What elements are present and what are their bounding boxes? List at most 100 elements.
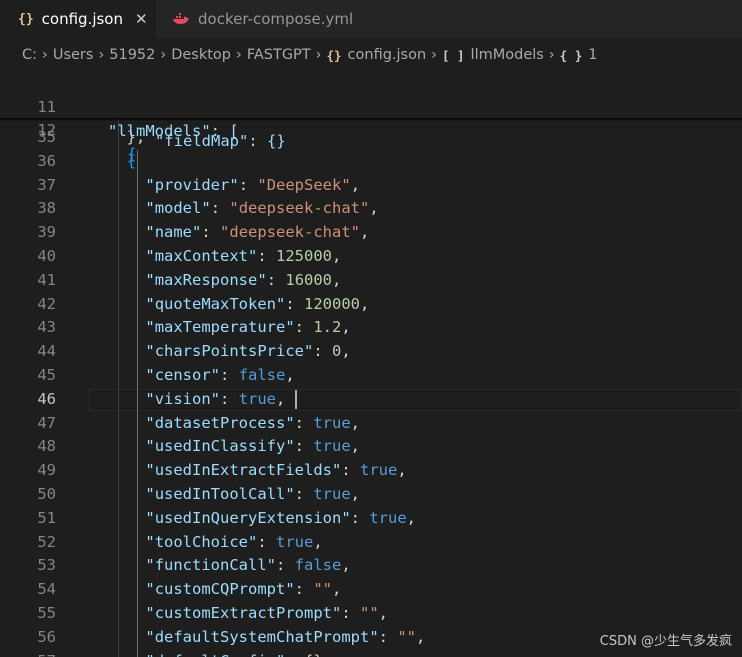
breadcrumb: C: › Users › 51952 › Desktop › FASTGPT ›… (0, 38, 742, 72)
token-punc: , (332, 580, 342, 599)
token-punc: : (285, 294, 305, 313)
sticky-scroll[interactable]: 11 "llmModels": [ 12 { (0, 72, 742, 163)
token-punc: , (332, 247, 342, 265)
line-number: 42 (37, 294, 56, 313)
token-key: "functionCall" (145, 556, 277, 575)
line-number: 47 (37, 413, 56, 432)
token-key: "maxTemperature" (145, 318, 295, 337)
token-punc: , (360, 294, 370, 313)
tab-docker-compose[interactable]: docker-compose.yml (156, 0, 366, 38)
code-line[interactable]: 45 "censor": false, (0, 364, 742, 388)
code-text: "defaultConfig": {} (145, 650, 322, 657)
json-file-icon: {} (18, 11, 34, 27)
token-punc: : (350, 508, 370, 527)
token-key: "vision" (145, 389, 221, 408)
token-key: "defaultSystemChatPrompt" (145, 627, 379, 646)
sticky-line[interactable]: 11 "llmModels": [ (0, 72, 742, 140)
code-line[interactable]: 54 "customCQPrompt": "", (0, 578, 742, 602)
code-line[interactable]: 47 "datasetProcess": true, (0, 412, 742, 436)
token-key: "usedInToolCall" (145, 485, 295, 503)
code-text: "defaultSystemChatPrompt": "", (145, 626, 425, 650)
token-key: "usedInClassify" (145, 437, 295, 456)
code-line[interactable]: 38 "model": "deepseek-chat", (0, 197, 742, 221)
token-punc: , (369, 199, 379, 218)
token-num: 125000 (276, 247, 333, 265)
indent-guide (137, 149, 138, 657)
sticky-line[interactable]: 12 { (0, 95, 742, 163)
line-number: 49 (37, 461, 56, 480)
token-key: "customExtractPrompt" (145, 604, 342, 622)
token-bool: true (313, 437, 351, 456)
code-line[interactable]: 41 "maxResponse": 16000, (0, 269, 742, 293)
token-punc: : (257, 532, 277, 551)
code-line[interactable]: 39 "name": "deepseek-chat", (0, 221, 742, 245)
code-line[interactable]: 53 "functionCall": false, (0, 554, 742, 578)
line-number: 52 (37, 532, 56, 551)
line-number: 46 (37, 389, 56, 408)
code-text: "censor": false, (145, 364, 294, 388)
code-line[interactable]: 52 "toolChoice": true, (0, 531, 742, 555)
token-num: 0 (332, 342, 342, 361)
code-line[interactable]: 44 "charsPointsPrice": 0, (0, 340, 742, 364)
line-number: 53 (37, 556, 56, 575)
token-str: "" (360, 604, 379, 622)
code-text: { (127, 144, 137, 163)
breadcrumb-user[interactable]: 51952 (109, 47, 155, 63)
breadcrumb-drive[interactable]: C: (22, 47, 37, 63)
token-punc: , (378, 604, 389, 622)
code-line[interactable]: 36{ (0, 150, 742, 174)
token-punc: : (313, 342, 333, 361)
token-num: 1.2 (313, 318, 342, 337)
line-number: 40 (37, 247, 56, 265)
line-number: 43 (37, 318, 56, 337)
line-number: 57 (0, 650, 56, 657)
line-number: 44 (37, 342, 56, 361)
token-punc: : (294, 437, 314, 456)
token-str: "deepseek-chat" (229, 199, 370, 218)
token-punc: , (350, 175, 361, 194)
close-icon[interactable]: ✕ (135, 10, 148, 28)
json-file-icon: {} (326, 47, 342, 63)
token-punc: , (276, 389, 286, 408)
breadcrumb-index[interactable]: 1 (588, 47, 597, 63)
code-line[interactable]: 42 "quoteMaxToken": 120000, (0, 293, 742, 317)
token-punc: , (406, 508, 417, 527)
chevron-right-icon: › (315, 47, 322, 63)
breadcrumb-folder[interactable]: FASTGPT (247, 47, 311, 63)
breadcrumb-file[interactable]: config.json (348, 47, 427, 63)
code-text: "maxResponse": 16000, (145, 269, 341, 293)
token-key: "usedInExtractFields" (145, 461, 342, 480)
object-icon: { } (559, 47, 583, 63)
token-punc: : (257, 247, 277, 265)
chevron-right-icon: › (42, 47, 48, 63)
line-number: 51 (37, 508, 56, 527)
breadcrumb-desktop[interactable]: Desktop (171, 47, 231, 63)
code-line[interactable]: 48 "usedInClassify": true, (0, 435, 742, 459)
code-text: "vision": true, (145, 388, 285, 412)
code-line[interactable]: 57 "defaultConfig": {} (0, 650, 742, 657)
token-str: "" (397, 627, 416, 646)
tab-bar: {} config.json ✕ docker-compose.yml (0, 0, 742, 39)
token-num: 16000 (285, 270, 333, 289)
code-editor[interactable]: "fieldMap": {} 35}, 36{37 "provider": "Dee… (0, 72, 742, 657)
line-number: 55 (37, 604, 56, 622)
token-punc: : (294, 318, 314, 337)
code-line[interactable]: 40 "maxContext": 125000, (0, 245, 742, 269)
code-line[interactable]: 50 "usedInToolCall": true, (0, 483, 742, 507)
array-icon: [ ] (441, 47, 465, 63)
line-number: 39 (37, 223, 56, 242)
code-line[interactable]: 51 "usedInQueryExtension": true, (0, 507, 742, 531)
token-bool: true (313, 485, 351, 503)
token-punc: : (276, 556, 295, 575)
docker-icon (173, 13, 189, 24)
code-text: "charsPointsPrice": 0, (145, 340, 350, 364)
code-line[interactable]: 46 "vision": true, (0, 388, 742, 412)
code-line[interactable]: 43 "maxTemperature": 1.2, (0, 316, 742, 340)
breadcrumb-users[interactable]: Users (53, 47, 94, 63)
code-line[interactable]: 37 "provider": "DeepSeek", (0, 174, 742, 198)
tab-config-json[interactable]: {} config.json ✕ (0, 0, 156, 38)
code-line[interactable]: 55 "customExtractPrompt": "", (0, 602, 742, 626)
code-line[interactable]: 49 "usedInExtractFields": true, (0, 459, 742, 483)
tab-label: docker-compose.yml (198, 10, 354, 28)
breadcrumb-array[interactable]: llmModels (471, 47, 544, 63)
